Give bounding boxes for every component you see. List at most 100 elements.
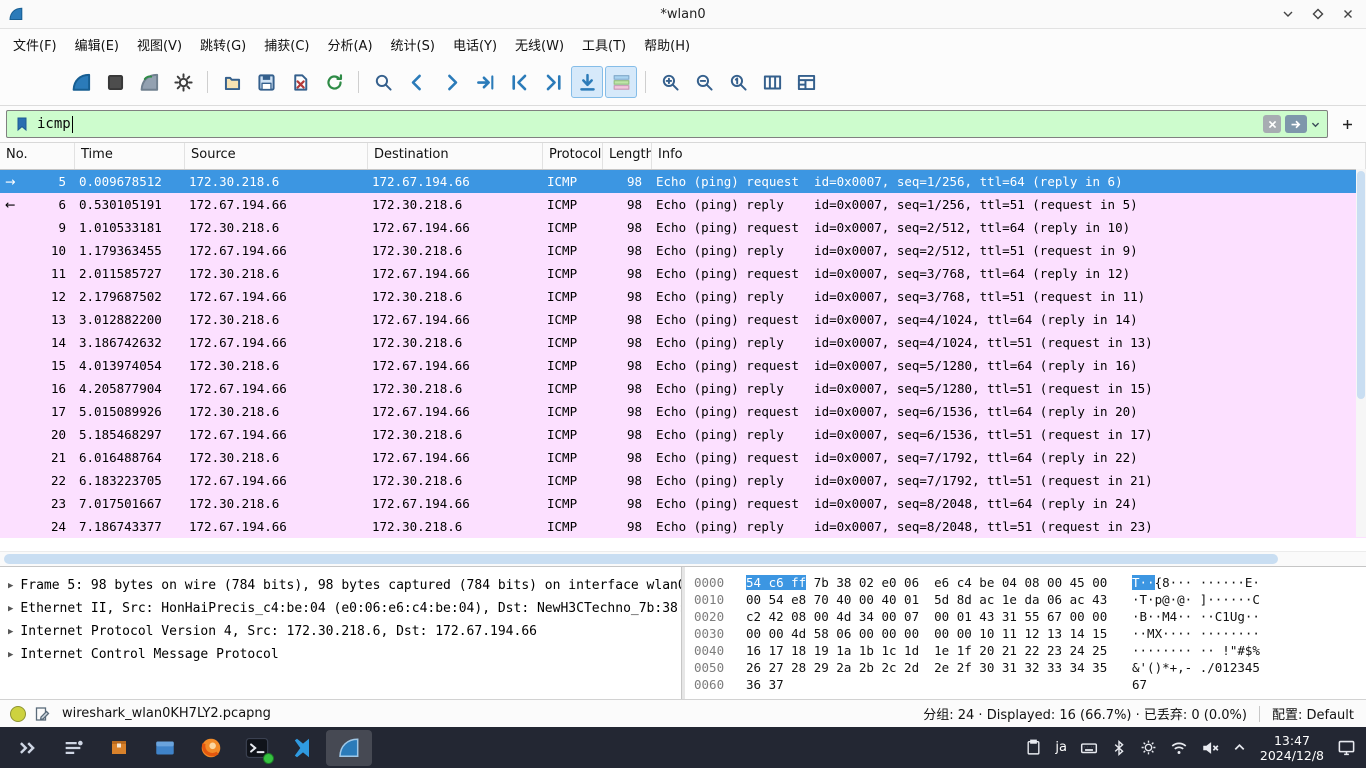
filter-apply-button[interactable] [1285,115,1307,133]
detail-tree-item[interactable]: ▶Frame 5: 98 bytes on wire (784 bits), 9… [0,574,681,597]
column-header-info[interactable]: Info [652,143,1366,169]
packet-row[interactable]: 122.179687502172.67.194.66172.30.218.6IC… [0,285,1366,308]
menu-item[interactable]: 跳转(G) [191,31,255,58]
packet-row[interactable]: 247.186743377172.67.194.66172.30.218.6IC… [0,515,1366,538]
wifi-icon[interactable] [1170,739,1188,757]
expander-icon[interactable]: ▶ [8,581,13,591]
open-file-button[interactable] [216,66,248,98]
terminal-button[interactable] [234,730,280,766]
packet-row[interactable]: →50.009678512172.30.218.6172.67.194.66IC… [0,170,1366,193]
vertical-scrollbar-thumb[interactable] [1357,171,1365,399]
packet-row[interactable]: 112.011585727172.30.218.6172.67.194.66IC… [0,262,1366,285]
expander-icon[interactable]: ▶ [8,604,13,614]
expander-icon[interactable]: ▶ [8,650,13,660]
menu-item[interactable]: 电话(Y) [444,31,506,58]
packet-row[interactable]: 91.010533181172.30.218.6172.67.194.66ICM… [0,216,1366,239]
zoom-original-button[interactable] [722,66,754,98]
tray-expand-icon[interactable] [1232,740,1247,755]
packet-row[interactable]: 237.017501667172.30.218.6172.67.194.66IC… [0,492,1366,515]
column-header-protocol[interactable]: Protocol [543,143,603,169]
capture-options-button[interactable] [167,66,199,98]
menu-item[interactable]: 工具(T) [573,31,635,58]
detail-tree-item[interactable]: ▶Ethernet II, Src: HonHaiPrecis_c4:be:04… [0,597,681,620]
packet-row[interactable]: 226.183223705172.67.194.66172.30.218.6IC… [0,469,1366,492]
go-first-button[interactable] [503,66,535,98]
file-manager-button[interactable] [142,730,188,766]
go-last-button[interactable] [537,66,569,98]
restart-capture-button[interactable] [133,66,165,98]
column-header-source[interactable]: Source [185,143,368,169]
packet-row[interactable]: 154.013974054172.30.218.6172.67.194.66IC… [0,354,1366,377]
reset-layout-button[interactable] [790,66,822,98]
start-capture-button[interactable] [65,66,97,98]
menu-item[interactable]: 编辑(E) [66,31,128,58]
filter-clear-button[interactable] [1263,115,1281,133]
filter-bookmark-icon[interactable] [11,113,33,135]
menu-item[interactable]: 无线(W) [506,31,573,58]
capture-comment-icon[interactable] [34,706,50,722]
packet-row[interactable]: 101.179363455172.67.194.66172.30.218.6IC… [0,239,1366,262]
packet-row[interactable]: 143.186742632172.67.194.66172.30.218.6IC… [0,331,1366,354]
package-manager-button[interactable] [96,730,142,766]
hex-row[interactable]: 004016 17 18 19 1a 1b 1c 1d 1e 1f 20 21 … [685,642,1366,659]
horizontal-scrollbar-thumb[interactable] [4,554,1278,564]
bluetooth-icon[interactable] [1111,740,1127,756]
clock[interactable]: 13:47 2024/12/8 [1260,733,1324,763]
resize-columns-button[interactable] [756,66,788,98]
hex-row[interactable]: 000054 c6 ff 7b 38 02 e0 06 e6 c4 be 04 … [685,574,1366,591]
virtual-keyboard-icon[interactable] [1080,739,1098,757]
expander-icon[interactable]: ▶ [8,627,13,637]
packet-row[interactable]: 205.185468297172.67.194.66172.30.218.6IC… [0,423,1366,446]
menu-item[interactable]: 统计(S) [382,31,444,58]
display-filter-input[interactable]: icmp [6,110,1328,138]
menu-item[interactable]: 分析(A) [318,31,381,58]
volume-muted-icon[interactable] [1201,739,1219,757]
packet-row[interactable]: 133.012882200172.30.218.6172.67.194.66IC… [0,308,1366,331]
go-to-packet-button[interactable] [469,66,501,98]
vertical-scrollbar[interactable] [1356,169,1366,537]
app-menu-button[interactable] [4,730,50,766]
go-back-button[interactable] [401,66,433,98]
firefox-button[interactable] [188,730,234,766]
go-forward-button[interactable] [435,66,467,98]
auto-scroll-button[interactable] [571,66,603,98]
hex-row[interactable]: 0020c2 42 08 00 4d 34 00 07 00 01 43 31 … [685,608,1366,625]
detail-tree-item[interactable]: ▶Internet Control Message Protocol [0,643,681,666]
column-header-no[interactable]: No. [0,143,75,169]
detail-tree-item[interactable]: ▶Internet Protocol Version 4, Src: 172.3… [0,620,681,643]
find-packet-button[interactable] [367,66,399,98]
stop-capture-button[interactable] [99,66,131,98]
expert-info-icon[interactable] [10,706,26,722]
packet-row[interactable]: ←60.530105191172.67.194.66172.30.218.6IC… [0,193,1366,216]
hex-row[interactable]: 005026 27 28 29 2a 2b 2c 2d 2e 2f 30 31 … [685,659,1366,676]
hex-row[interactable]: 003000 00 4d 58 06 00 00 00 00 00 10 11 … [685,625,1366,642]
wireshark-taskbar-button[interactable] [326,730,372,766]
menu-item[interactable]: 帮助(H) [635,31,699,58]
clipboard-tray-icon[interactable] [1025,739,1042,756]
column-header-destination[interactable]: Destination [368,143,543,169]
zoom-in-button[interactable] [654,66,686,98]
column-header-length[interactable]: Length [603,143,652,169]
menu-item[interactable]: 文件(F) [4,31,66,58]
show-desktop-button[interactable] [1337,738,1356,757]
colorize-packets-button[interactable] [605,66,637,98]
packet-row[interactable]: 164.205877904172.67.194.66172.30.218.6IC… [0,377,1366,400]
profile-selector[interactable]: 配置: Default [1272,704,1354,723]
menu-item[interactable]: 视图(V) [128,31,191,58]
task-list-button[interactable] [50,730,96,766]
close-file-button[interactable] [284,66,316,98]
menu-item[interactable]: 捕获(C) [255,31,318,58]
filter-add-button[interactable] [1334,111,1360,137]
hex-row[interactable]: 001000 54 e8 70 40 00 40 01 5d 8d ac 1e … [685,591,1366,608]
horizontal-scrollbar[interactable] [0,551,1366,566]
packet-row[interactable]: 175.015089926172.30.218.6172.67.194.66IC… [0,400,1366,423]
hex-row[interactable]: 006036 3767 [685,676,1366,693]
save-file-button[interactable] [250,66,282,98]
column-header-time[interactable]: Time [75,143,185,169]
zoom-out-button[interactable] [688,66,720,98]
packet-row[interactable]: 216.016488764172.30.218.6172.67.194.66IC… [0,446,1366,469]
reload-file-button[interactable] [318,66,350,98]
input-method-indicator[interactable]: ja [1055,740,1067,755]
filter-dropdown-icon[interactable] [1307,115,1323,133]
vscode-button[interactable] [280,730,326,766]
